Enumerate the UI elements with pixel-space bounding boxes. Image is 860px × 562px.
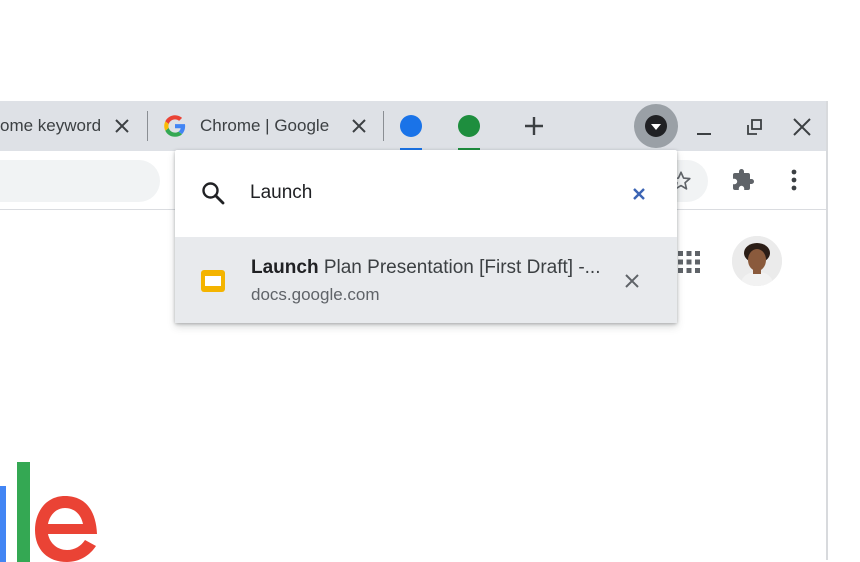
tab-separator xyxy=(147,111,148,141)
result-title-match: Launch xyxy=(251,257,319,278)
close-icon xyxy=(115,119,129,133)
tab-search-button[interactable] xyxy=(634,104,678,148)
more-vert-icon xyxy=(791,169,797,191)
restore-icon xyxy=(747,119,762,135)
omnibox[interactable] xyxy=(0,160,160,202)
clear-search-button[interactable] xyxy=(627,182,651,206)
tab-title: ome keyword xyxy=(0,116,100,135)
chevron-down-circle-icon xyxy=(645,115,667,137)
tab-group-green[interactable] xyxy=(458,115,480,137)
menu-button[interactable] xyxy=(782,166,806,194)
tab-close-button[interactable] xyxy=(110,114,134,138)
result-url: docs.google.com xyxy=(251,285,380,304)
tab-group-blue[interactable] xyxy=(400,115,422,137)
close-icon xyxy=(625,274,639,288)
close-icon xyxy=(352,119,366,133)
avatar-icon xyxy=(732,236,782,286)
apps-grid-icon xyxy=(678,251,700,273)
window-edge xyxy=(826,101,828,560)
account-avatar[interactable] xyxy=(732,236,782,286)
search-result-item[interactable]: Launch Plan Presentation [First Draft] -… xyxy=(175,237,677,323)
close-tab-result-button[interactable] xyxy=(619,268,645,294)
result-title-rest: Plan Presentation [First Draft] -... xyxy=(318,257,601,278)
restore-button[interactable] xyxy=(740,113,768,141)
minimize-icon xyxy=(697,133,711,135)
google-slides-icon xyxy=(201,270,225,292)
google-logo xyxy=(0,462,97,562)
search-icon xyxy=(202,182,225,205)
close-window-button[interactable] xyxy=(788,113,816,141)
clear-icon xyxy=(633,188,645,200)
tab-chrome-google[interactable]: Chrome | Google xyxy=(164,101,344,151)
google-apps-button[interactable] xyxy=(674,247,704,277)
extensions-button[interactable] xyxy=(729,166,757,194)
google-g-icon xyxy=(164,115,186,137)
tab-separator xyxy=(383,111,384,141)
search-icon-wrap xyxy=(199,179,227,207)
new-tab-button[interactable] xyxy=(519,111,549,141)
tab-close-button[interactable] xyxy=(347,114,371,138)
tab-title: Chrome | Google xyxy=(200,116,330,135)
result-favicon xyxy=(199,267,227,295)
minimize-button[interactable] xyxy=(690,113,718,141)
puzzle-piece-icon xyxy=(733,169,754,190)
tab-search-popup: Launch Plan Presentation [First Draft] -… xyxy=(175,150,677,323)
result-title: Launch Plan Presentation [First Draft] -… xyxy=(251,257,601,279)
plus-icon xyxy=(525,117,543,135)
tab-search-input[interactable] xyxy=(250,182,590,204)
close-icon xyxy=(793,118,811,136)
